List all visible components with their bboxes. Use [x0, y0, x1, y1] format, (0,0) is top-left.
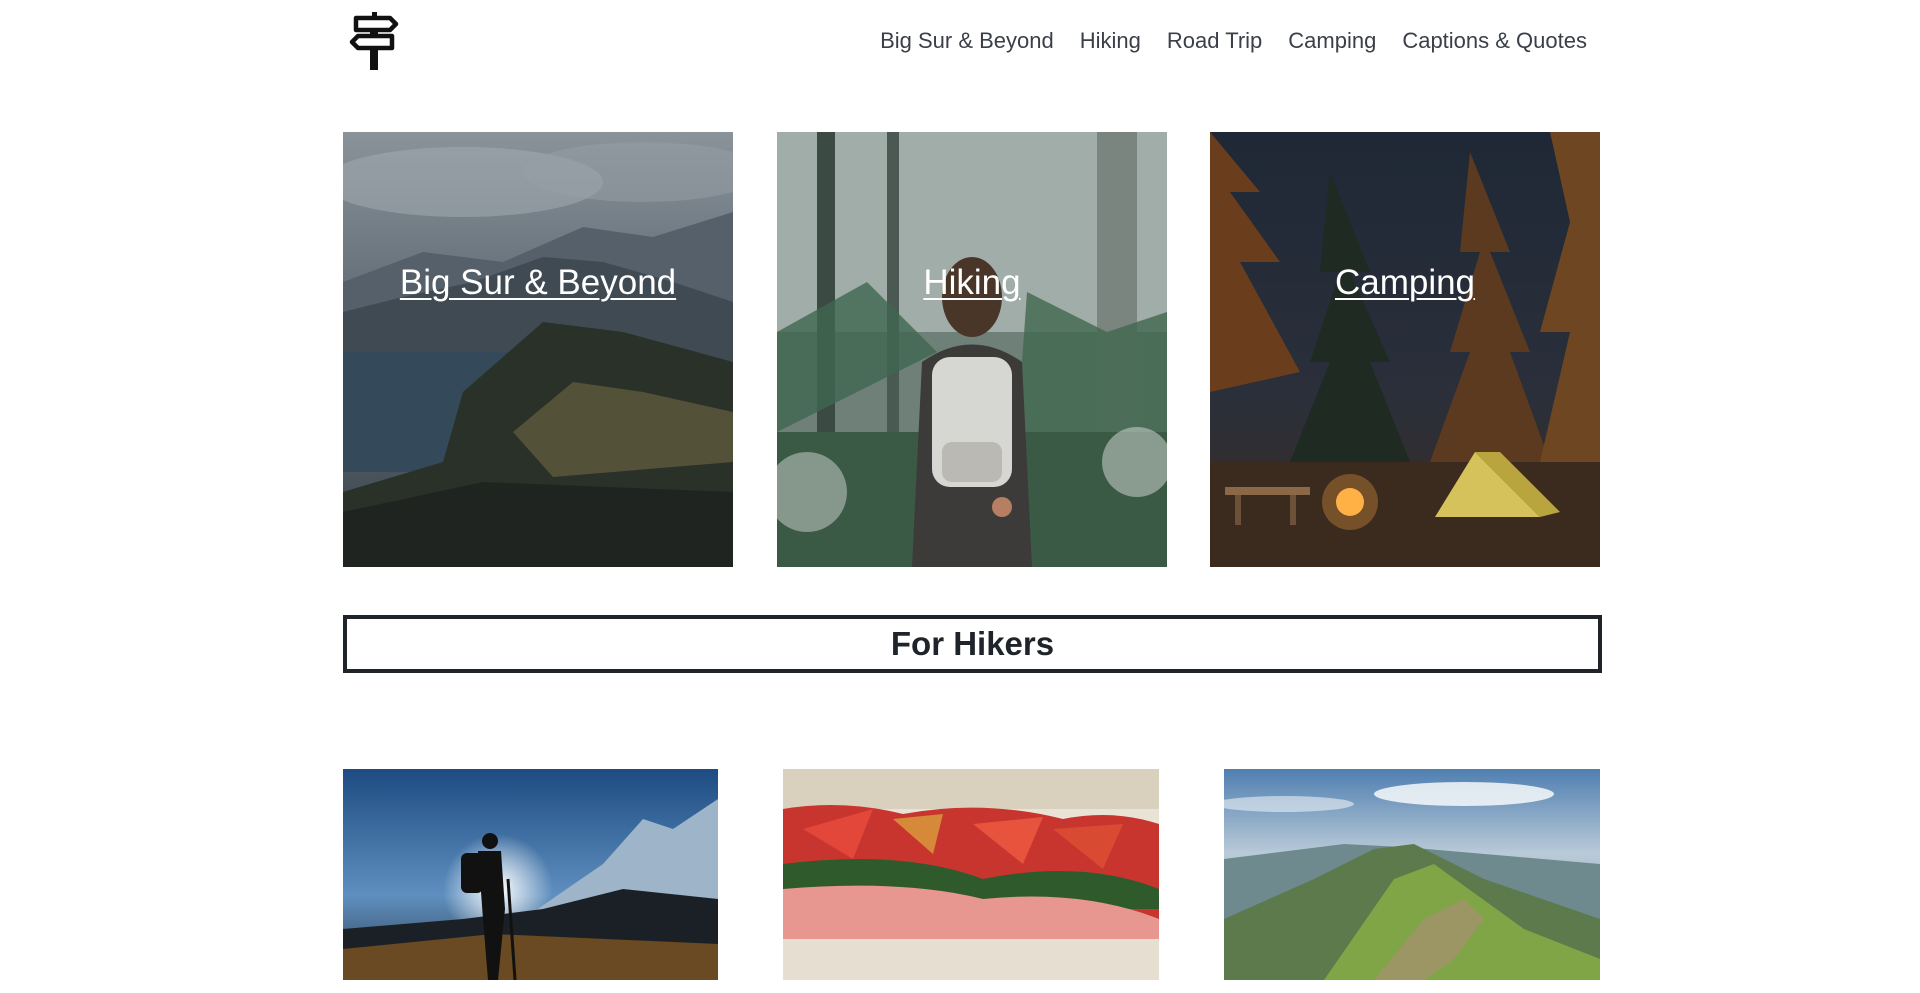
nav-link-captions-quotes[interactable]: Captions & Quotes: [1402, 24, 1587, 58]
signpost-icon[interactable]: [346, 10, 402, 72]
thumbnail-mountain-ridge[interactable]: [1224, 769, 1600, 980]
thumbnail-hiker-mountains[interactable]: [343, 769, 718, 980]
hiker-silhouette-mountains-photo: [343, 769, 718, 980]
hiker-in-forest-photo: [777, 132, 1167, 567]
nav-link-big-sur[interactable]: Big Sur & Beyond: [880, 24, 1054, 58]
card-hiking[interactable]: Hiking: [777, 132, 1167, 567]
card-big-sur[interactable]: Big Sur & Beyond: [343, 132, 733, 567]
nav-link-hiking[interactable]: Hiking: [1080, 24, 1141, 58]
nav-link-camping[interactable]: Camping: [1288, 24, 1376, 58]
site-header: Big Sur & Beyond Hiking Road Trip Campin…: [342, 0, 1598, 80]
nav-link-road-trip[interactable]: Road Trip: [1167, 24, 1262, 58]
campsite-at-night-photo: [1210, 132, 1600, 567]
section-heading: For Hikers: [890, 625, 1055, 662]
card-title: Hiking: [923, 263, 1021, 302]
section-heading-box: For Hikers: [343, 615, 1602, 673]
category-cards: Big Sur & Beyond Hiking Camping: [343, 132, 1600, 567]
thumbnail-sandwich[interactable]: [783, 769, 1159, 980]
sandwich-closeup-photo: [783, 769, 1159, 980]
card-title: Camping: [1334, 263, 1476, 302]
coastal-cliffs-photo: [343, 132, 733, 567]
page: Big Sur & Beyond Hiking Road Trip Campin…: [0, 0, 1920, 993]
grassy-mountain-ridge-photo: [1224, 769, 1600, 980]
card-title: Big Sur & Beyond: [399, 263, 677, 302]
main-nav: Big Sur & Beyond Hiking Road Trip Campin…: [880, 24, 1587, 58]
card-camping[interactable]: Camping: [1210, 132, 1600, 567]
